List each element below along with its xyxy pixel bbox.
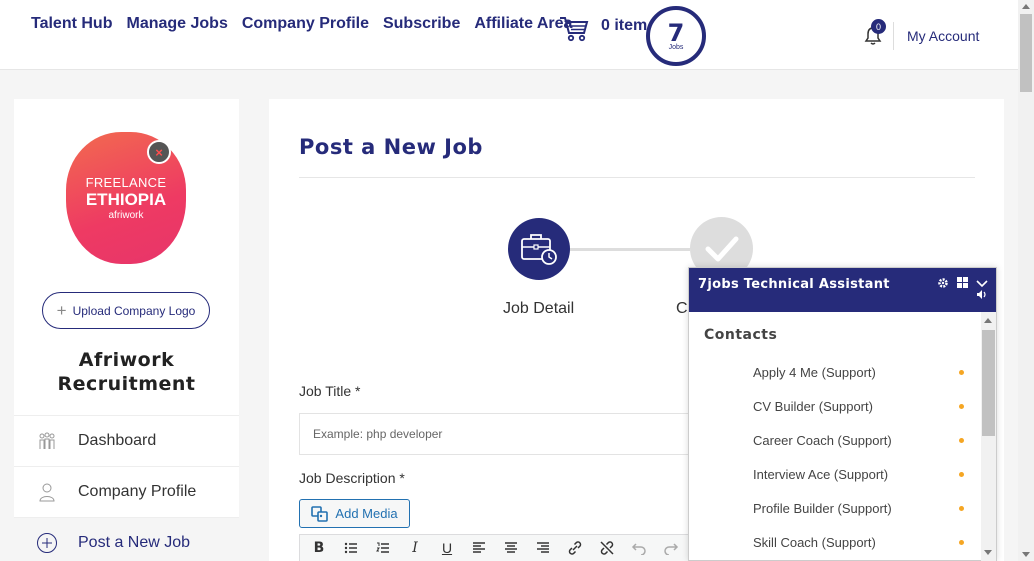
checkmark-icon xyxy=(705,236,738,261)
gear-icon[interactable] xyxy=(937,277,949,291)
logo-text: Jobs xyxy=(668,43,684,51)
sidebar-item-label: Post a New Job xyxy=(78,534,191,551)
company-name-line2: Recruitment xyxy=(57,373,196,395)
step-job-detail[interactable] xyxy=(508,218,570,280)
plus-circle-icon xyxy=(36,532,58,554)
redo-icon[interactable] xyxy=(662,539,680,557)
align-right-icon[interactable] xyxy=(534,539,552,557)
site-header: Talent Hub Manage Jobs Company Profile S… xyxy=(0,0,1018,70)
upload-button-label: Upload Company Logo xyxy=(72,303,196,318)
contact-item[interactable]: CV Builder (Support) xyxy=(689,389,979,423)
contacts-list: Apply 4 Me (Support) CV Builder (Support… xyxy=(689,355,979,559)
contact-item[interactable]: Apply 4 Me (Support) xyxy=(689,355,979,389)
remove-logo-button[interactable]: × xyxy=(147,140,171,164)
chat-widget: 7jobs Technical Assistant Contacts Apply… xyxy=(688,267,997,561)
nav-subscribe[interactable]: Subscribe xyxy=(383,15,460,33)
media-icon xyxy=(311,505,329,522)
page-scrollbar[interactable] xyxy=(1018,0,1034,561)
contact-name: Career Coach (Support) xyxy=(753,432,892,448)
title-divider xyxy=(299,177,975,178)
grid-icon[interactable] xyxy=(957,277,968,290)
notification-badge: 0 xyxy=(871,19,886,34)
editor-toolbar: B I U xyxy=(299,534,719,561)
company-logo-line2: ETHIOPIA xyxy=(85,190,167,209)
scroll-down-arrow-icon[interactable] xyxy=(984,550,992,555)
align-left-icon[interactable] xyxy=(470,539,488,557)
job-title-label: Job Title * xyxy=(299,383,361,399)
cart-count[interactable]: 0 item xyxy=(601,17,647,35)
contact-name: Interview Ace (Support) xyxy=(753,466,889,482)
status-dot xyxy=(959,471,964,477)
company-logo-line1: FREELANCE xyxy=(85,175,167,190)
contact-name: CV Builder (Support) xyxy=(753,398,873,414)
contact-name: Profile Builder (Support) xyxy=(753,500,892,516)
status-dot xyxy=(959,437,964,443)
contact-item[interactable]: Skill Coach (Support) xyxy=(689,525,979,559)
underline-icon[interactable]: U xyxy=(438,539,456,557)
sidebar-item-post-job[interactable]: Post a New Job xyxy=(14,517,239,561)
plus-icon: + xyxy=(56,301,67,320)
upload-company-logo-button[interactable]: + Upload Company Logo xyxy=(42,292,210,329)
team-icon xyxy=(36,430,58,452)
contact-item[interactable]: Interview Ace (Support) xyxy=(689,457,979,491)
company-name: Afriwork Recruitment xyxy=(14,348,239,396)
sidebar-item-label: Dashboard xyxy=(78,432,157,449)
status-dot xyxy=(959,369,964,375)
main-nav: Talent Hub Manage Jobs Company Profile S… xyxy=(31,15,572,33)
step-connector xyxy=(570,248,690,251)
chat-header[interactable]: 7jobs Technical Assistant xyxy=(689,268,996,312)
unlink-icon[interactable] xyxy=(598,539,616,557)
sidebar: FREELANCE ETHIOPIA afriwork × + Upload C… xyxy=(14,99,239,561)
bold-icon[interactable]: B xyxy=(310,539,328,557)
header-divider xyxy=(893,22,894,50)
chat-title: 7jobs Technical Assistant xyxy=(698,277,890,292)
add-media-label: Add Media xyxy=(335,506,398,521)
scroll-down-arrow-icon[interactable] xyxy=(1022,552,1030,557)
bullet-list-icon[interactable] xyxy=(342,539,360,557)
logo-number: 7 xyxy=(667,18,685,47)
company-name-line1: Afriwork xyxy=(78,349,175,371)
sidebar-menu: Dashboard Company Profile Post a New Job xyxy=(14,415,239,561)
undo-icon[interactable] xyxy=(630,539,648,557)
italic-icon[interactable]: I xyxy=(406,539,424,557)
briefcase-clock-icon xyxy=(521,234,557,265)
contact-name: Skill Coach (Support) xyxy=(753,534,876,550)
speaker-icon[interactable] xyxy=(976,289,988,302)
scroll-up-arrow-icon[interactable] xyxy=(984,318,992,323)
company-logo-line3: afriwork xyxy=(108,210,144,221)
add-media-button[interactable]: Add Media xyxy=(299,499,410,528)
contact-item[interactable]: Career Coach (Support) xyxy=(689,423,979,457)
cart-icon[interactable] xyxy=(559,15,589,43)
contacts-heading: Contacts xyxy=(704,327,778,343)
status-dot xyxy=(959,403,964,409)
job-description-label: Job Description * xyxy=(299,470,405,486)
page-title: Post a New Job xyxy=(299,135,483,159)
contact-item[interactable]: Profile Builder (Support) xyxy=(689,491,979,525)
user-icon xyxy=(36,481,58,503)
job-title-input[interactable] xyxy=(299,413,739,455)
align-center-icon[interactable] xyxy=(502,539,520,557)
scroll-up-arrow-icon[interactable] xyxy=(1022,4,1030,9)
chat-scroll-thumb[interactable] xyxy=(982,330,995,436)
link-icon[interactable] xyxy=(566,539,584,557)
sidebar-item-label: Company Profile xyxy=(78,483,197,500)
close-icon: × xyxy=(155,144,163,160)
nav-affiliate-area[interactable]: Affiliate Area xyxy=(474,15,572,33)
status-dot xyxy=(959,505,964,511)
my-account-link[interactable]: My Account xyxy=(907,28,979,44)
sidebar-item-dashboard[interactable]: Dashboard xyxy=(14,415,239,466)
status-dot xyxy=(959,539,964,545)
contact-name: Apply 4 Me (Support) xyxy=(753,364,876,380)
nav-company-profile[interactable]: Company Profile xyxy=(242,15,369,33)
step-complete-label: C xyxy=(676,300,688,317)
chat-scrollbar[interactable] xyxy=(981,312,996,561)
sidebar-item-company-profile[interactable]: Company Profile xyxy=(14,466,239,517)
step-job-detail-label: Job Detail xyxy=(503,300,575,317)
nav-manage-jobs[interactable]: Manage Jobs xyxy=(126,15,227,33)
scroll-thumb[interactable] xyxy=(1020,14,1032,92)
nav-talent-hub[interactable]: Talent Hub xyxy=(31,15,112,33)
numbered-list-icon[interactable] xyxy=(374,539,392,557)
site-logo[interactable]: 7 Jobs xyxy=(646,6,706,66)
